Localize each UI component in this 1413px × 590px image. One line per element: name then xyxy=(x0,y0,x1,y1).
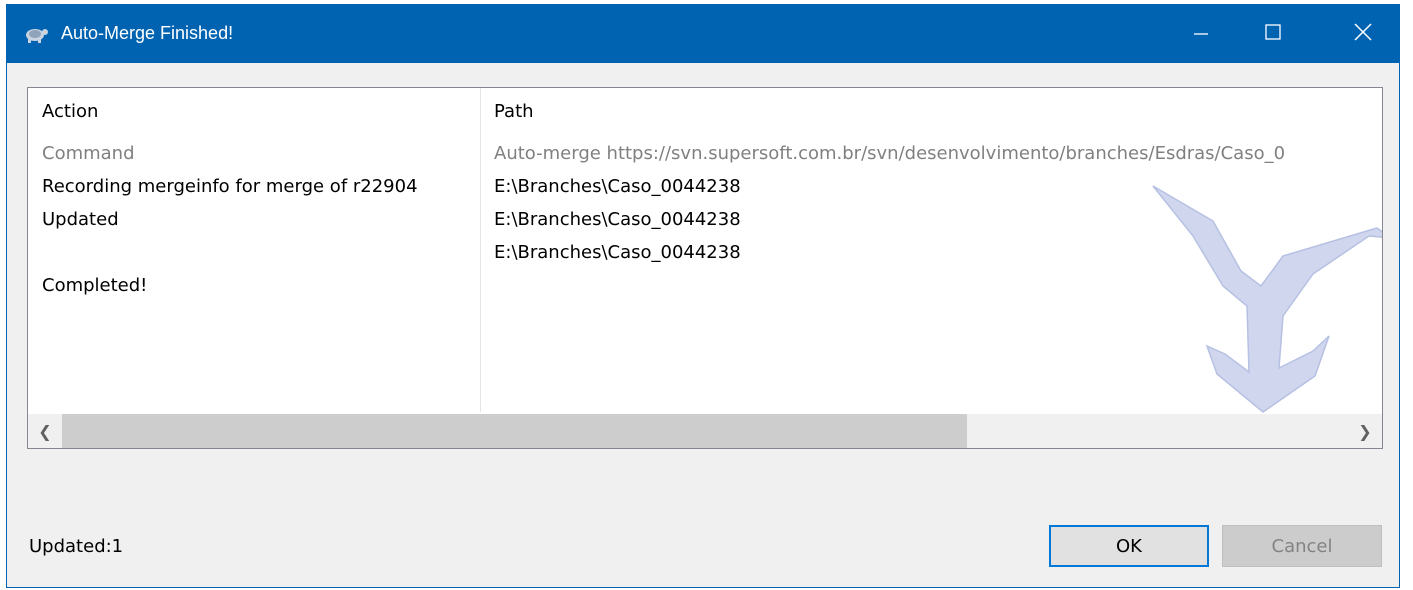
maximize-button[interactable] xyxy=(1237,5,1309,63)
close-button[interactable] xyxy=(1327,5,1399,63)
scrollbar-thumb[interactable] xyxy=(62,414,967,448)
status-text: Updated:1 xyxy=(29,536,124,557)
tortoise-app-icon xyxy=(23,23,49,45)
window-title: Auto-Merge Finished! xyxy=(61,23,234,43)
column-header-path[interactable]: Path xyxy=(494,100,534,124)
column-header-action[interactable]: Action xyxy=(42,100,98,124)
row-path: E:\Branches\Caso_0044238 xyxy=(494,176,741,197)
column-separator xyxy=(480,88,481,412)
scroll-right-icon: ❯ xyxy=(1358,421,1372,441)
row-path: Auto-merge https://svn.supersoft.com.br/… xyxy=(494,143,1286,164)
horizontal-scrollbar[interactable]: ❮ ❯ xyxy=(28,414,1382,448)
close-icon xyxy=(1354,23,1372,45)
minimize-icon xyxy=(1194,25,1208,44)
row-action: Completed! xyxy=(42,275,148,296)
scroll-right-button[interactable]: ❯ xyxy=(1348,414,1382,448)
dialog-window: Auto-Merge Finished! Action Path Command… xyxy=(6,4,1400,588)
maximize-icon xyxy=(1265,24,1281,44)
merge-arrow-watermark xyxy=(1152,185,1382,413)
row-path: E:\Branches\Caso_0044238 xyxy=(494,209,741,230)
ok-button[interactable]: OK xyxy=(1049,525,1209,567)
row-path: E:\Branches\Caso_0044238 xyxy=(494,242,741,263)
title-bar[interactable]: Auto-Merge Finished! xyxy=(7,5,1399,63)
scroll-left-button[interactable]: ❮ xyxy=(28,414,62,448)
merge-results-list[interactable]: Action Path Command Auto-merge https://s… xyxy=(27,87,1383,449)
row-action: Recording mergeinfo for merge of r22904 xyxy=(42,176,418,197)
row-action: Command xyxy=(42,143,135,164)
scroll-left-icon: ❮ xyxy=(38,421,52,441)
row-action: Updated xyxy=(42,209,119,230)
minimize-button[interactable] xyxy=(1165,5,1237,63)
cancel-button[interactable]: Cancel xyxy=(1222,525,1382,567)
